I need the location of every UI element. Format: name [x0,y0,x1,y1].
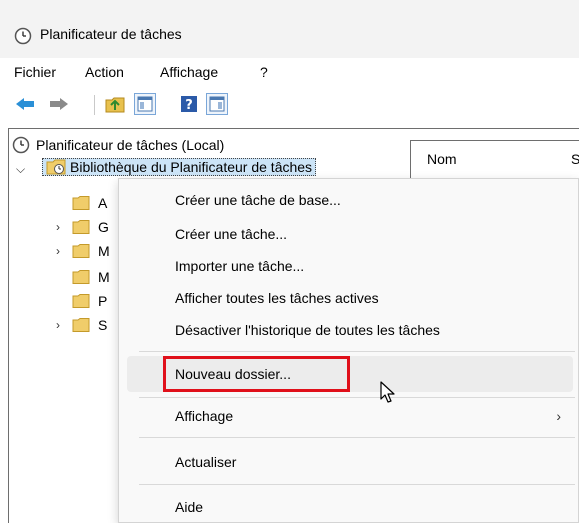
column-header-nom[interactable]: Nom [427,141,457,177]
menu-item-help[interactable]: Aide [127,492,573,522]
folder-icon [72,318,90,332]
menu-help[interactable]: ? [260,64,268,80]
folder-icon [72,294,90,308]
view-label: Affichage [175,408,234,424]
tree-child-label: M [98,243,110,259]
tree-root-label: Planificateur de tâches (Local) [36,137,225,153]
menu-separator [139,484,575,485]
tree-child-label: G [98,219,109,235]
menu-affichage[interactable]: Affichage [160,64,218,80]
menu-separator [139,437,575,438]
chevron-right-icon[interactable]: › [56,244,60,258]
column-header-status[interactable]: S [571,141,579,177]
chevron-down-icon[interactable]: ⌵ [16,162,25,177]
tree-child-node[interactable]: A [72,192,107,214]
clock-icon [12,136,30,154]
forward-icon[interactable] [48,93,70,115]
context-menu: Créer une tâche de base... Créer une tâc… [118,178,579,523]
menu-item-show-active-tasks[interactable]: Afficher toutes les tâches actives [127,283,573,313]
mouse-pointer-icon [380,381,395,403]
tree-child-label: M [98,269,110,285]
menu-item-import-task[interactable]: Importer une tâche... [127,251,573,281]
tree-root-node[interactable]: Planificateur de tâches (Local) [12,134,224,156]
window-title: Planificateur de tâches [40,26,182,42]
show-hide-console-tree-icon[interactable] [134,93,156,115]
tree-child-node[interactable]: M [72,266,110,288]
svg-text:?: ? [185,98,193,113]
tree-child-node[interactable]: G [72,216,109,238]
back-icon[interactable] [14,93,36,115]
menu-action[interactable]: Action [85,64,124,80]
folder-icon [72,244,90,258]
menu-item-disable-history[interactable]: Désactiver l'historique de toutes les tâ… [127,315,573,345]
toolbar-separator [94,95,95,115]
menu-item-create-task[interactable]: Créer une tâche... [127,219,573,249]
menu-separator [139,351,575,352]
tree-child-node[interactable]: M [72,240,110,262]
folder-icon [72,270,90,284]
library-folder-clock-icon [46,159,66,175]
show-hide-action-pane-icon[interactable] [206,93,228,115]
tree-child-label: P [98,293,108,309]
title-bar: Planificateur de tâches [0,0,579,58]
tree-library-node[interactable]: Bibliothèque du Planificateur de tâches [42,156,317,178]
chevron-right-icon: › [556,408,561,424]
tree-child-label: A [98,195,108,211]
tree-library-label: Bibliothèque du Planificateur de tâches [70,159,313,175]
folder-icon [72,196,90,210]
chevron-right-icon[interactable]: › [56,220,60,234]
tree-child-node[interactable]: P [72,290,107,312]
menu-item-refresh[interactable]: Actualiser [127,447,573,477]
menu-separator [139,397,575,398]
new-folder-label: Nouveau dossier... [175,366,291,382]
up-folder-icon[interactable] [104,93,126,115]
toolbar: ? [0,88,579,122]
chevron-right-icon[interactable]: › [56,318,60,332]
selected-node-box: Bibliothèque du Planificateur de tâches [42,158,317,176]
tree-child-label: S [98,317,108,333]
menu-item-view[interactable]: Affichage › [127,401,573,431]
folder-icon [72,220,90,234]
task-scheduler-clock-icon [14,27,32,45]
menu-item-new-folder[interactable]: Nouveau dossier... [127,356,573,392]
menu-bar: Fichier Action Affichage ? [0,58,579,88]
menu-item-create-basic-task[interactable]: Créer une tâche de base... [127,185,573,215]
tree-child-node[interactable]: S [72,314,107,336]
menu-fichier[interactable]: Fichier [14,64,56,80]
help-icon[interactable]: ? [178,93,200,115]
